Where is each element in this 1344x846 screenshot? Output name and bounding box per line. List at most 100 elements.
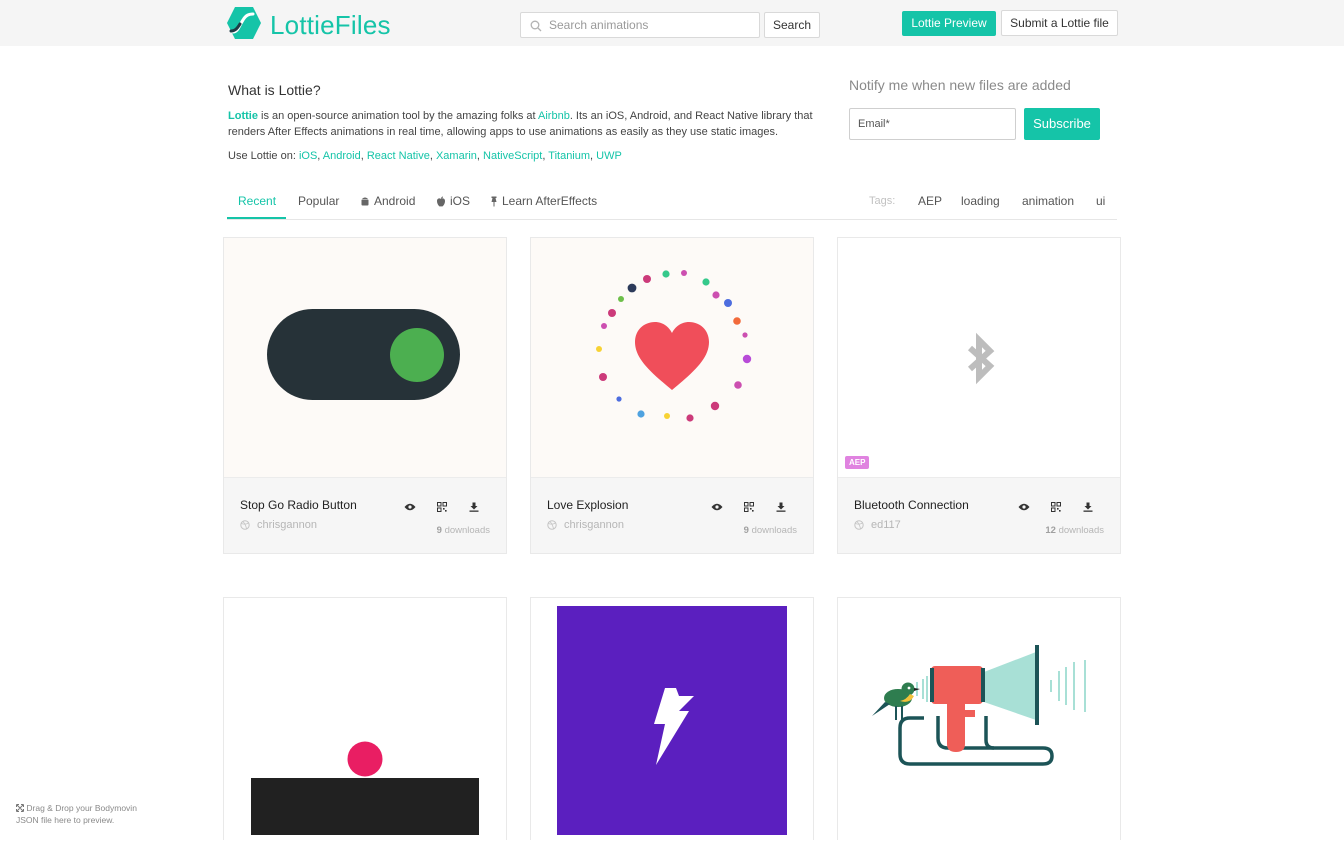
- qr-code-icon[interactable]: [430, 497, 454, 517]
- card-actions: [398, 497, 494, 517]
- download-number: 9: [436, 525, 442, 536]
- search-box: [520, 12, 760, 38]
- search-button[interactable]: Search: [764, 12, 820, 38]
- animation-card[interactable]: [223, 597, 507, 841]
- toggle-switch-illustration: [267, 309, 460, 400]
- animation-card[interactable]: [837, 597, 1121, 841]
- lightning-bolt-illustration: [557, 606, 787, 835]
- platform-link-uwp[interactable]: UWP: [596, 150, 622, 162]
- search-input[interactable]: [549, 18, 749, 32]
- intro-title: What is Lottie?: [228, 82, 321, 98]
- platform-link-titanium[interactable]: Titanium: [548, 150, 590, 162]
- bluetooth-icon: [967, 332, 995, 385]
- download-count: 9 downloads: [744, 525, 797, 536]
- notify-title: Notify me when new files are added: [849, 77, 1071, 93]
- download-count: 9 downloads: [437, 525, 490, 536]
- use-on-label: Use Lottie on:: [228, 150, 299, 162]
- eye-icon[interactable]: [1012, 497, 1036, 517]
- heart-explosion-illustration: [596, 270, 752, 422]
- platforms-line: Use Lottie on: iOS, Android, React Nativ…: [228, 150, 622, 162]
- platform-link-nativescript[interactable]: NativeScript: [483, 150, 542, 162]
- download-label: downloads: [1058, 525, 1104, 536]
- top-navbar: LottieFiles Search Lottie Preview Submit…: [0, 0, 1344, 46]
- dribbble-icon: [240, 520, 250, 530]
- animation-card[interactable]: Love Explosion chrisgannon 9 downloads: [530, 237, 814, 554]
- download-number: 9: [743, 525, 749, 536]
- active-tab-indicator: [227, 217, 286, 219]
- intro-text-part-1: is an open-source animation tool by the …: [257, 110, 539, 122]
- tab-android-label: Android: [374, 194, 416, 208]
- animation-preview[interactable]: [224, 598, 506, 841]
- animation-preview[interactable]: [224, 238, 506, 477]
- brand-logo[interactable]: LottieFiles: [226, 6, 391, 45]
- card-title[interactable]: Bluetooth Connection: [854, 498, 969, 512]
- card-title[interactable]: Stop Go Radio Button: [240, 498, 357, 512]
- download-icon[interactable]: [462, 497, 486, 517]
- tab-ios[interactable]: iOS: [436, 194, 470, 208]
- author-name: ed117: [871, 519, 901, 531]
- card-title[interactable]: Love Explosion: [547, 498, 628, 512]
- platform-link-android[interactable]: Android: [323, 150, 361, 162]
- submit-lottie-button[interactable]: Submit a Lottie file: [1001, 10, 1118, 36]
- lottie-logo-icon: [226, 6, 262, 45]
- tag-loading[interactable]: loading: [961, 194, 1000, 208]
- platform-link-xamarin[interactable]: Xamarin: [436, 150, 477, 162]
- tab-learn-aftereffects[interactable]: Learn AfterEffects: [490, 194, 597, 208]
- search-icon: [530, 19, 542, 32]
- email-field[interactable]: [849, 108, 1016, 140]
- platform-link-ios[interactable]: iOS: [299, 150, 317, 162]
- download-label: downloads: [444, 525, 490, 536]
- animation-card[interactable]: AEP Bluetooth Connection ed117 12 downlo…: [837, 237, 1121, 554]
- pin-icon: [490, 196, 498, 207]
- animation-preview[interactable]: [838, 598, 1120, 841]
- tag-ui[interactable]: ui: [1096, 194, 1105, 208]
- dropzone-line-1: Drag & Drop your Bodymovin: [26, 803, 137, 813]
- bouncing-ball-illustration: [251, 741, 479, 835]
- dribbble-icon: [854, 520, 864, 530]
- aep-badge: AEP: [845, 456, 870, 469]
- download-count: 12 downloads: [1045, 525, 1104, 536]
- animation-preview[interactable]: AEP: [838, 238, 1120, 477]
- animation-card[interactable]: [530, 597, 814, 841]
- tab-ios-label: iOS: [450, 194, 471, 208]
- download-number: 12: [1045, 525, 1056, 536]
- download-icon[interactable]: [769, 497, 793, 517]
- eye-icon[interactable]: [705, 497, 729, 517]
- eye-icon[interactable]: [398, 497, 422, 517]
- platform-link-react-native[interactable]: React Native: [367, 150, 430, 162]
- download-label: downloads: [751, 525, 797, 536]
- animation-preview[interactable]: [531, 598, 813, 841]
- card-info: Stop Go Radio Button chrisgannon 9 downl…: [224, 477, 506, 553]
- android-icon: [360, 196, 370, 207]
- card-author[interactable]: chrisgannon: [240, 519, 317, 531]
- brand-name: LottieFiles: [270, 10, 391, 40]
- qr-code-icon[interactable]: [737, 497, 761, 517]
- card-info: Bluetooth Connection ed117 12 downloads: [838, 477, 1120, 553]
- card-author[interactable]: chrisgannon: [547, 519, 624, 531]
- lottie-preview-button[interactable]: Lottie Preview: [902, 11, 996, 36]
- dropzone-hint[interactable]: Drag & Drop your Bodymovin JSON file her…: [16, 802, 156, 826]
- airbnb-link[interactable]: Airbnb: [538, 110, 570, 122]
- animation-card[interactable]: Stop Go Radio Button chrisgannon 9 downl…: [223, 237, 507, 554]
- tab-popular[interactable]: Popular: [298, 194, 339, 208]
- megaphone-bird-illustration: [872, 645, 1086, 766]
- animation-preview[interactable]: [531, 238, 813, 477]
- dribbble-icon: [547, 520, 557, 530]
- card-author[interactable]: ed117: [854, 519, 901, 531]
- tab-recent[interactable]: Recent: [238, 194, 276, 208]
- lottie-link[interactable]: Lottie: [228, 110, 258, 122]
- card-actions: [1012, 497, 1108, 517]
- download-icon[interactable]: [1076, 497, 1100, 517]
- tab-android[interactable]: Android: [360, 194, 415, 208]
- author-name: chrisgannon: [564, 519, 624, 531]
- tab-learn-aftereffects-label: Learn AfterEffects: [502, 194, 598, 208]
- tag-aep[interactable]: AEP: [918, 194, 942, 208]
- author-name: chrisgannon: [257, 519, 317, 531]
- intro-description: Lottie is an open-source animation tool …: [228, 109, 828, 140]
- subscribe-button[interactable]: Subscribe: [1024, 108, 1100, 140]
- card-info: Love Explosion chrisgannon 9 downloads: [531, 477, 813, 553]
- apple-icon: [436, 196, 446, 207]
- qr-code-icon[interactable]: [1044, 497, 1068, 517]
- drag-drop-icon: [16, 803, 24, 812]
- tag-animation[interactable]: animation: [1022, 194, 1074, 208]
